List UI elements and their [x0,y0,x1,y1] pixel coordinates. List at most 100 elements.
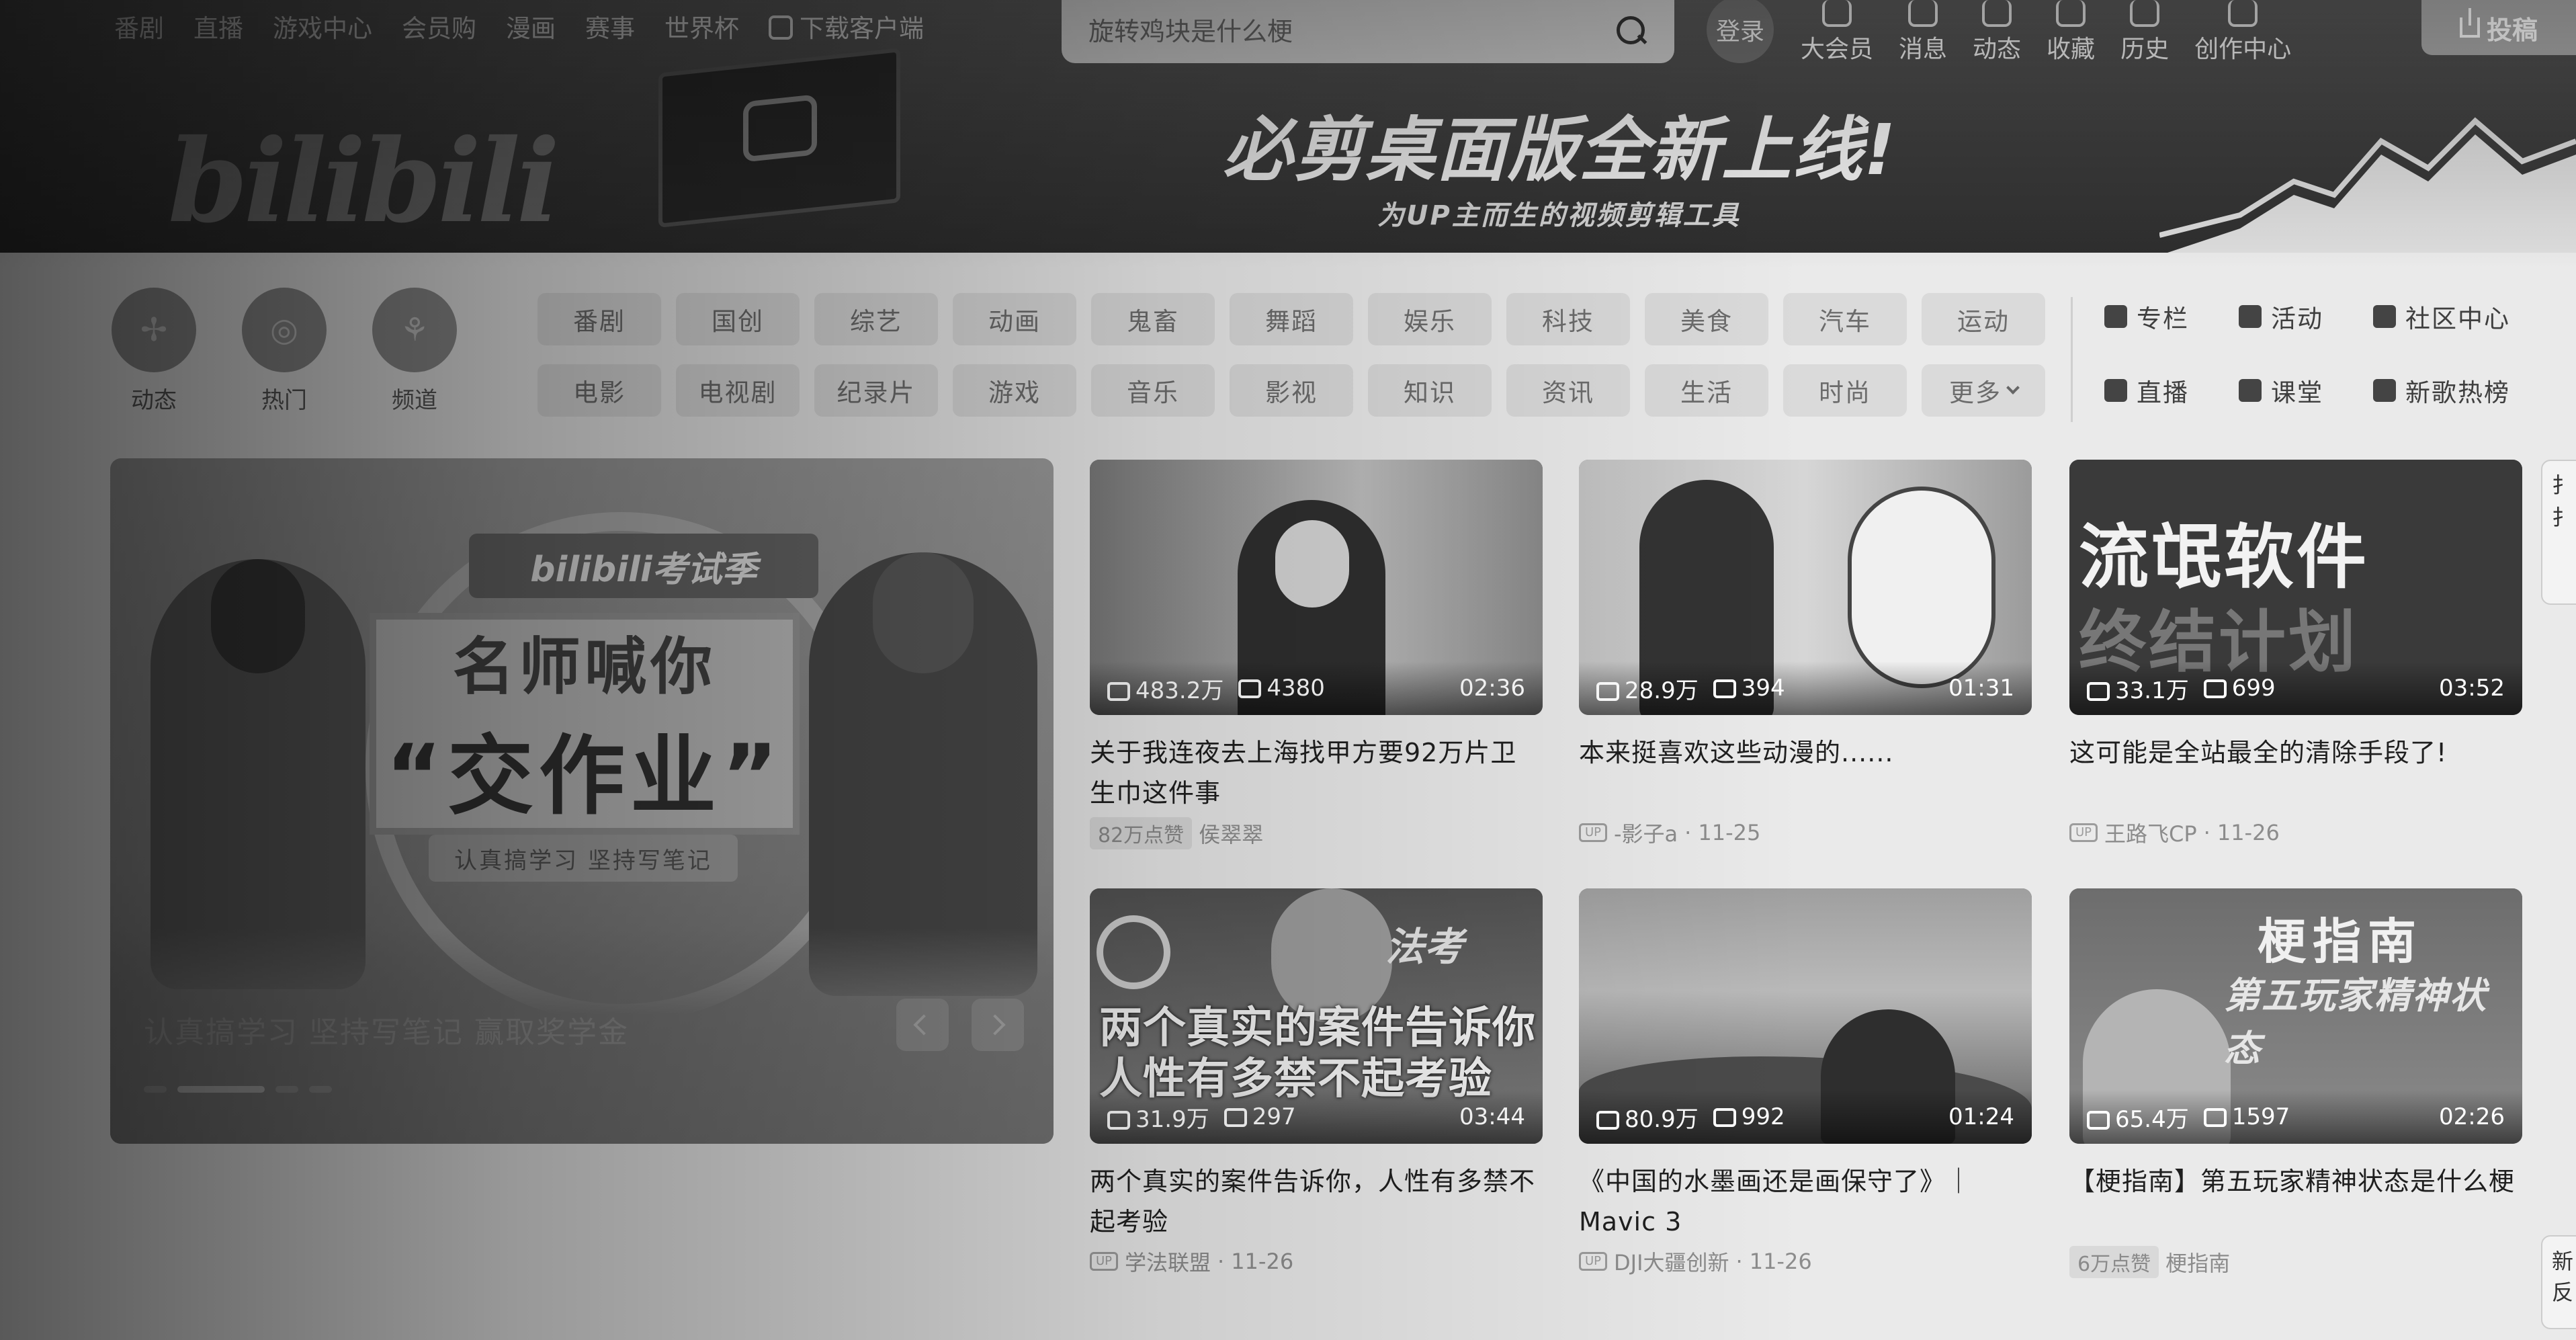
channel-hot[interactable]: ◎ 热门 [241,288,328,415]
video-title[interactable]: 关于我连夜去上海找甲方要92万片卫生巾这件事 [1090,732,1543,813]
video-author[interactable]: 梗指南 [2165,1247,2230,1278]
upload-button[interactable]: 投稿 [2421,0,2576,55]
tag-more-dropdown[interactable]: 更多 [1922,364,2045,417]
featured-carousel[interactable]: bilibili考试季 名师喊你 “交作业” 认真搞学习 坚持写笔记 认真搞学习… [110,458,1054,1144]
tag-animation[interactable]: 动画 [953,293,1076,345]
mountain-decoration [2159,117,2576,253]
video-title[interactable]: 《中国的水墨画还是画保守了》｜Mavic 3 [1579,1161,2032,1242]
favorite-button[interactable]: 收藏 [2047,0,2095,65]
nav-link-world-cup[interactable]: 世界杯 [664,8,739,44]
video-duration: 03:52 [2439,675,2505,702]
bilibili-logo[interactable]: bilibili [168,114,560,249]
quick-link-classroom[interactable]: 课堂 [2239,372,2373,409]
video-title[interactable]: 本来挺喜欢这些动漫的...... [1579,732,2032,813]
video-thumbnail[interactable]: 梗指南 第五玩家精神状态 65.4万 1597 02:26 [2069,888,2522,1144]
video-author[interactable]: 学法联盟 [1125,1246,1211,1277]
quick-link-column[interactable]: 专栏 [2104,298,2239,335]
tag-life[interactable]: 生活 [1645,364,1768,417]
tag-variety[interactable]: 综艺 [814,293,938,345]
tv-icon [743,94,817,163]
feedback-side-tab[interactable]: 新反 [2541,1235,2576,1329]
video-author[interactable]: 侯翠翠 [1199,818,1263,849]
tag-guichu[interactable]: 鬼畜 [1091,293,1215,345]
video-thumbnail[interactable]: 28.9万 394 01:31 [1579,460,2032,715]
tag-music[interactable]: 音乐 [1091,364,1215,417]
video-title[interactable]: 这可能是全站最全的清除手段了! [2069,732,2522,813]
message-button[interactable]: 消息 [1899,0,1947,65]
carousel-next-button[interactable] [972,999,1024,1051]
video-stats: 65.4万 1597 02:26 [2069,1090,2522,1144]
carousel-caption[interactable]: 认真搞学习 坚持写笔记 赢取奖学金 [144,1008,629,1051]
video-thumbnail[interactable]: 流氓软件 终结计划 33.1万 699 03:52 [2069,460,2522,715]
search-icon[interactable] [1617,16,1647,47]
carousel-prev-button[interactable] [896,999,949,1051]
download-client-link[interactable]: 下载客户端 [769,8,924,44]
video-card[interactable]: 法考 两个真实的案件告诉你 人性有多禁不起考验 31.9万 297 03:44 … [1090,888,1543,1277]
dynamic-button[interactable]: 动态 [1973,0,2021,65]
video-card[interactable]: 梗指南 第五玩家精神状态 65.4万 1597 02:26 【梗指南】第五玩家精… [2069,888,2522,1278]
carousel-dot[interactable] [144,1086,167,1093]
chevron-down-icon [2006,381,2020,394]
promo-ribbon: 认真搞学习 坚持写笔记 [429,835,738,882]
nav-link-live[interactable]: 直播 [194,8,243,44]
nav-link-esports[interactable]: 赛事 [585,8,635,44]
video-card[interactable]: 流氓软件 终结计划 33.1万 699 03:52 这可能是全站最全的清除手段了… [2069,460,2522,848]
tag-sports[interactable]: 运动 [1922,293,2045,345]
login-button[interactable]: 登录 [1707,0,1774,63]
favorite-icon [2056,0,2086,27]
tag-car[interactable]: 汽车 [1783,293,1907,345]
channel-channels[interactable]: ⚘ 频道 [371,288,458,415]
tag-guochuang[interactable]: 国创 [676,293,800,345]
video-card[interactable]: 80.9万 992 01:24 《中国的水墨画还是画保守了》｜Mavic 3 U… [1579,888,2032,1277]
carousel-dot[interactable] [275,1086,298,1093]
tag-news[interactable]: 资讯 [1506,364,1630,417]
tag-tv-drama[interactable]: 电视剧 [676,364,800,417]
channel-channels-label: 频道 [392,387,437,414]
video-author[interactable]: -影子a [1614,817,1678,848]
tag-entertainment[interactable]: 娱乐 [1368,293,1492,345]
tag-documentary[interactable]: 纪录片 [814,364,938,417]
nav-link-mall[interactable]: 会员购 [402,8,476,44]
video-thumbnail[interactable]: 80.9万 992 01:24 [1579,888,2032,1144]
video-author[interactable]: DJI大疆创新 [1614,1246,1729,1277]
tag-food[interactable]: 美食 [1645,293,1768,345]
video-card[interactable]: 483.2万 4380 02:36 关于我连夜去上海找甲方要92万片卫生巾这件事… [1090,460,1543,849]
play-count-icon [2087,681,2110,701]
tag-movie[interactable]: 电影 [538,364,661,417]
search-input[interactable] [1088,17,1617,46]
tag-bangumi[interactable]: 番剧 [538,293,661,345]
quick-link-community[interactable]: 社区中心 [2373,298,2534,335]
video-meta: UP 学法联盟 · 11-26 [1090,1246,1543,1277]
dynamic-label: 动态 [1973,36,2022,63]
tag-game[interactable]: 游戏 [953,364,1076,417]
quick-link-new-songs[interactable]: 新歌热榜 [2373,372,2534,409]
nav-link-manga[interactable]: 漫画 [506,8,556,44]
nav-link-game-center[interactable]: 游戏中心 [273,8,372,44]
video-title[interactable]: 【梗指南】第五玩家精神状态是什么梗 [2069,1161,2522,1242]
video-title[interactable]: 两个真实的案件告诉你，人性有多禁不起考验 [1090,1161,1543,1242]
carousel-dot[interactable] [309,1086,332,1093]
thumb-tag: 法考 [1385,924,1464,970]
tag-dance[interactable]: 舞蹈 [1230,293,1353,345]
video-thumbnail[interactable]: 483.2万 4380 02:36 [1090,460,1543,715]
tag-fashion[interactable]: 时尚 [1783,364,1907,417]
video-author[interactable]: 王路飞CP [2104,817,2197,848]
video-thumbnail[interactable]: 法考 两个真实的案件告诉你 人性有多禁不起考验 31.9万 297 03:44 [1090,888,1543,1144]
vip-label: 大会员 [1801,36,1874,63]
carousel-dot-active[interactable] [177,1086,265,1093]
nav-link-bangumi[interactable]: 番剧 [114,8,164,44]
refresh-side-tab[interactable]: 扌扌 [2541,460,2576,605]
play-count: 483.2万 [1135,677,1224,704]
creator-center-button[interactable]: 创作中心 [2194,0,2291,65]
tag-tech[interactable]: 科技 [1506,293,1630,345]
tag-knowledge[interactable]: 知识 [1368,364,1492,417]
quick-link-activity[interactable]: 活动 [2239,298,2373,335]
video-card[interactable]: 28.9万 394 01:31 本来挺喜欢这些动漫的...... UP -影子a… [1579,460,2032,848]
quick-link-live[interactable]: 直播 [2104,372,2239,409]
tag-film-tv[interactable]: 影视 [1230,364,1353,417]
vip-button[interactable]: 大会员 [1801,0,1873,65]
video-stats: 31.9万 297 03:44 [1090,1090,1543,1144]
danmaku-icon [1713,679,1736,698]
history-button[interactable]: 历史 [2120,0,2169,65]
channel-dynamic[interactable]: ✢ 动态 [110,288,198,415]
